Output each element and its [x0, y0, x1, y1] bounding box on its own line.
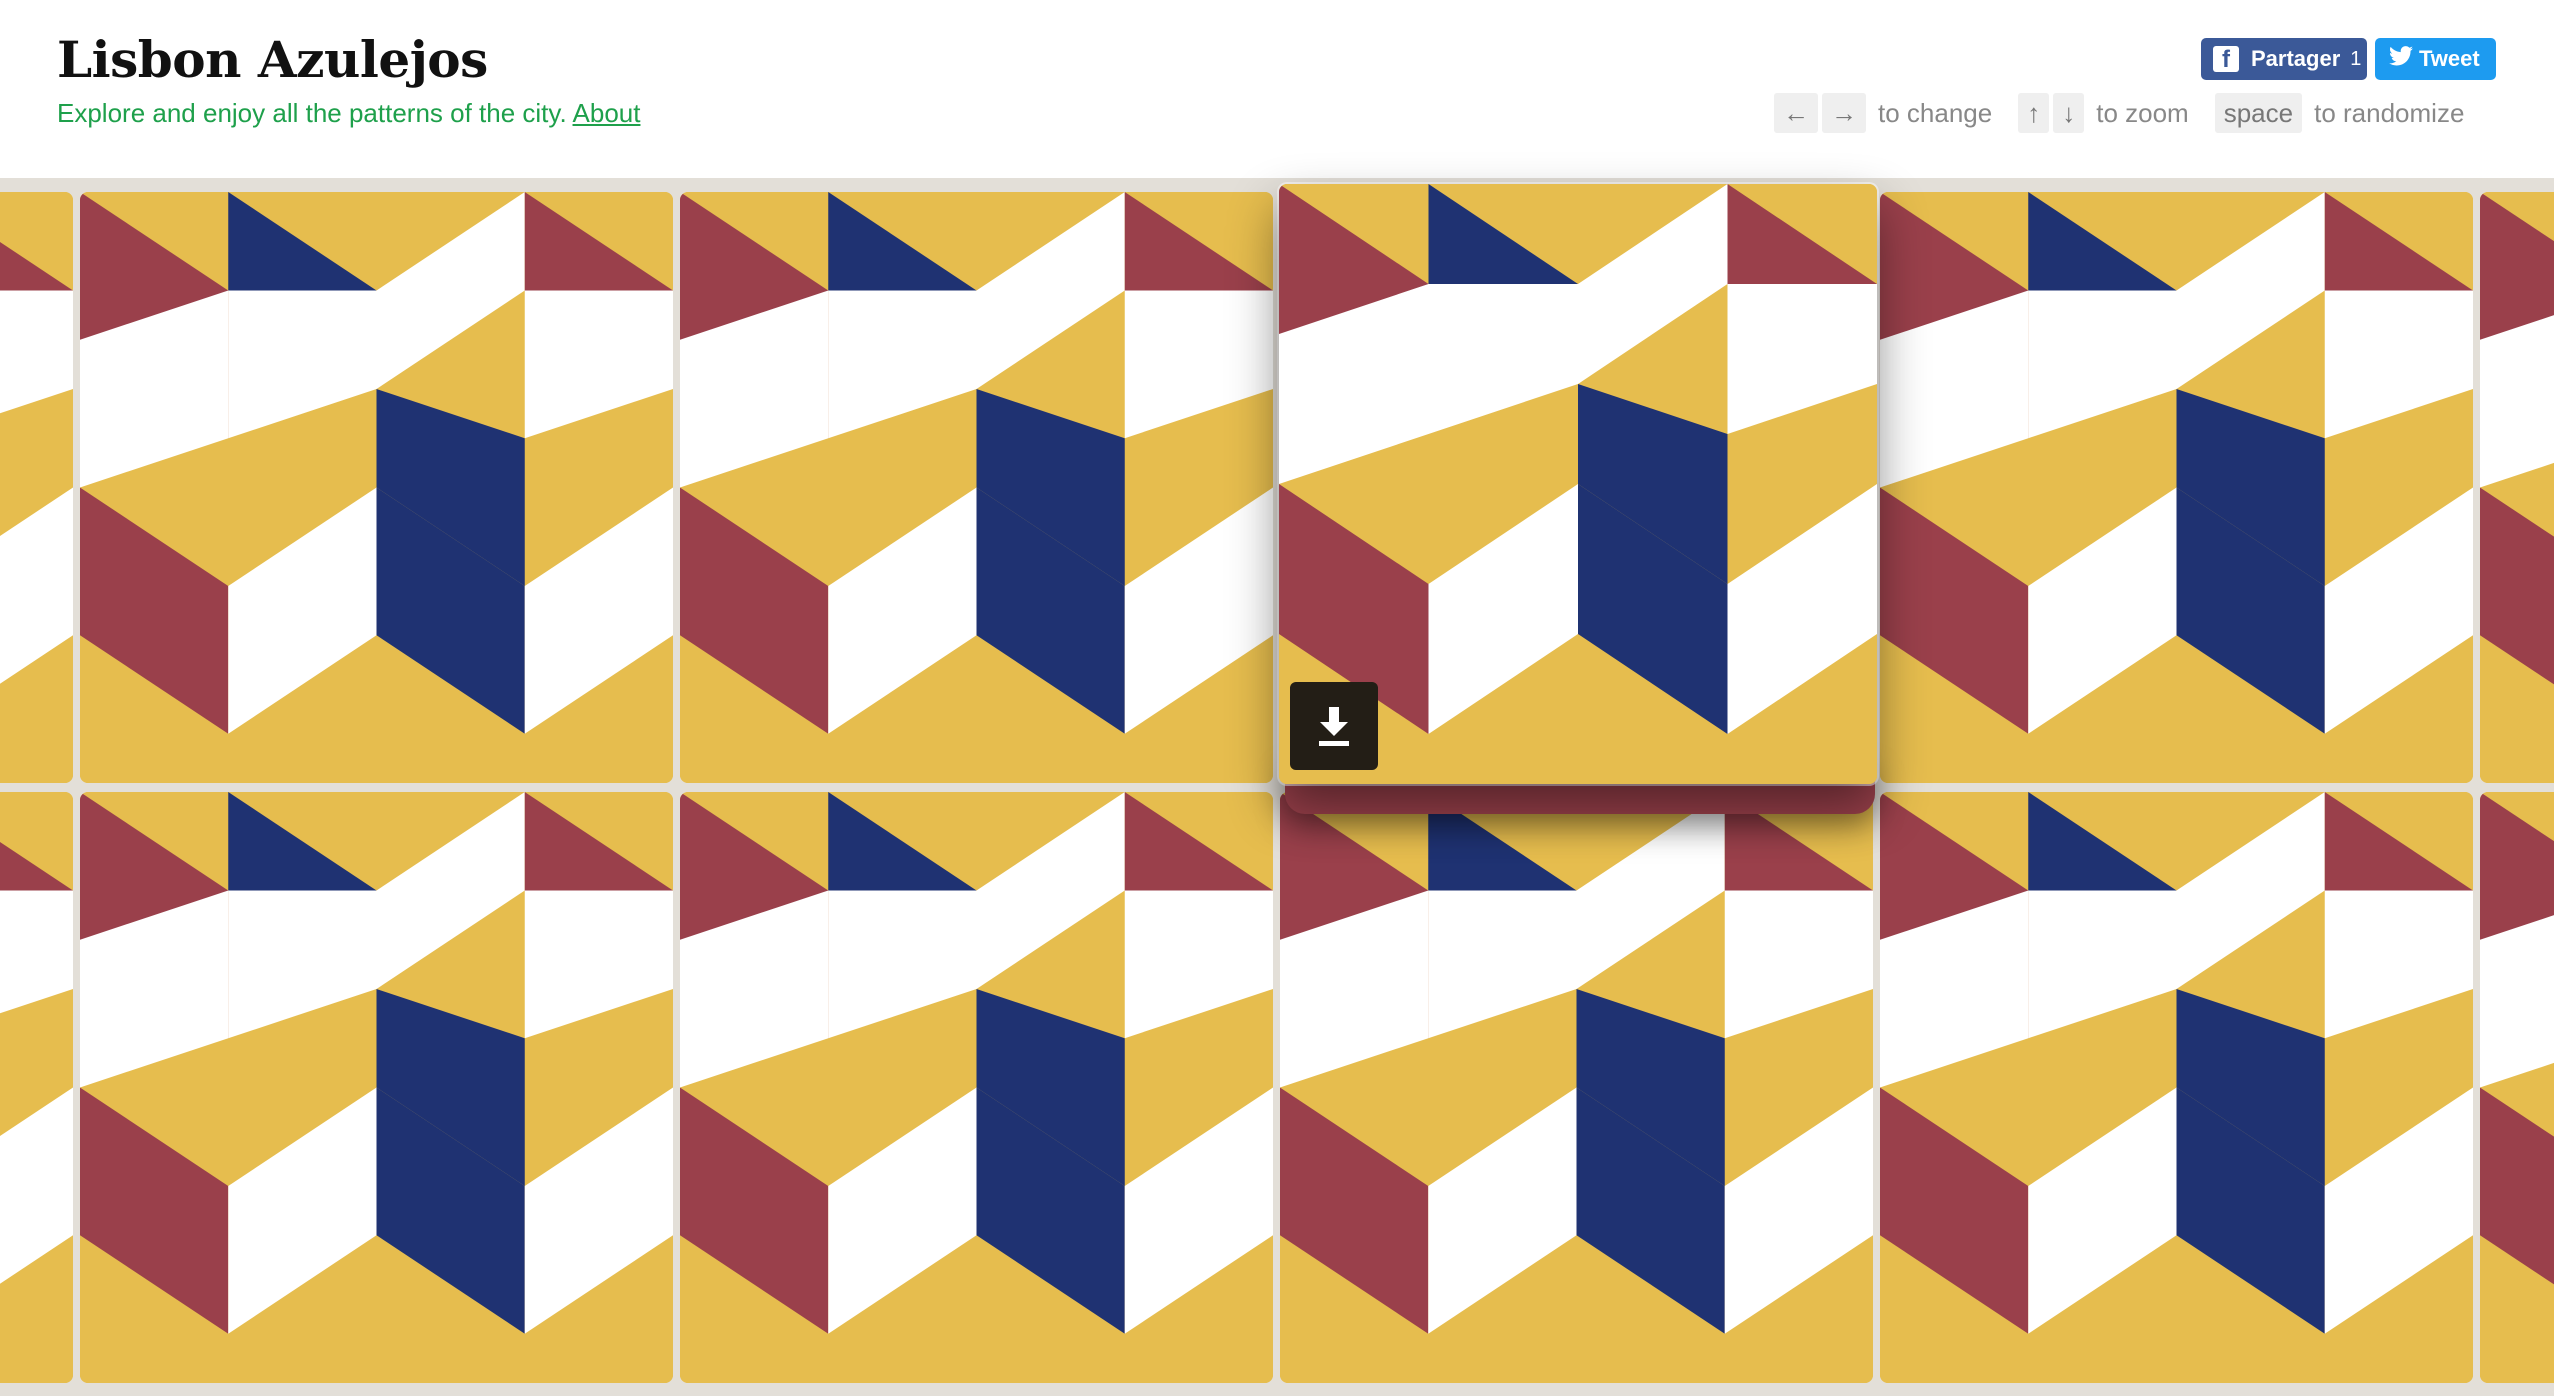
- azulejo-pattern: [680, 792, 1273, 1383]
- azulejo-tile[interactable]: [680, 792, 1273, 1383]
- page-title: Lisbon Azulejos: [57, 30, 488, 89]
- azulejo-pattern: [1280, 792, 1873, 1383]
- facebook-share-count: 1: [2350, 47, 2362, 70]
- subtitle-text: Explore and enjoy all the patterns of th…: [57, 98, 567, 128]
- azulejo-tile[interactable]: [0, 792, 73, 1383]
- azulejo-pattern: [2480, 792, 2554, 1383]
- azulejo-pattern: [0, 192, 73, 783]
- tweet-button[interactable]: Tweet: [2375, 38, 2496, 80]
- right-arrow-key: →: [1822, 93, 1866, 133]
- down-arrow-key: ↓: [2053, 93, 2085, 133]
- azulejo-tile[interactable]: [1880, 192, 2473, 783]
- azulejo-pattern: [80, 792, 673, 1383]
- azulejo-tile[interactable]: [1280, 792, 1873, 1383]
- facebook-share-label: Partager: [2251, 46, 2341, 71]
- download-icon: [1319, 707, 1349, 746]
- azulejo-tile-wall[interactable]: [0, 178, 2554, 1396]
- download-button[interactable]: [1290, 682, 1378, 770]
- azulejo-pattern: [80, 192, 673, 783]
- header: Lisbon Azulejos Explore and enjoy all th…: [0, 0, 2554, 178]
- hint-zoom: to zoom: [2096, 97, 2189, 128]
- twitter-icon: [2389, 45, 2413, 74]
- up-arrow-key: ↑: [2018, 93, 2050, 133]
- azulejo-pattern: [0, 792, 73, 1383]
- facebook-icon: f: [2213, 46, 2239, 73]
- azulejo-tile[interactable]: [80, 792, 673, 1383]
- azulejo-tile[interactable]: [2480, 792, 2554, 1383]
- hint-change: to change: [1878, 97, 1993, 128]
- azulejo-pattern: [680, 192, 1273, 783]
- tweet-label: Tweet: [2419, 46, 2480, 71]
- azulejo-pattern: [2480, 192, 2554, 783]
- left-arrow-key: ←: [1774, 93, 1818, 133]
- azulejo-pattern: [1880, 792, 2473, 1383]
- about-link[interactable]: About: [573, 98, 641, 128]
- azulejo-tile[interactable]: [0, 192, 73, 783]
- hint-randomize: to randomize: [2314, 97, 2465, 128]
- azulejo-tile[interactable]: [2480, 192, 2554, 783]
- azulejo-tile[interactable]: [1880, 792, 2473, 1383]
- azulejo-tile[interactable]: [80, 192, 673, 783]
- keyboard-hints: ← → to change ↑ ↓ to zoom space to rando…: [1774, 93, 2464, 133]
- facebook-share-button[interactable]: f Partager 1: [2201, 38, 2367, 80]
- subtitle: Explore and enjoy all the patterns of th…: [57, 98, 640, 129]
- azulejo-pattern: [1880, 192, 2473, 783]
- space-key: space: [2214, 93, 2303, 133]
- azulejo-tile[interactable]: [680, 192, 1273, 783]
